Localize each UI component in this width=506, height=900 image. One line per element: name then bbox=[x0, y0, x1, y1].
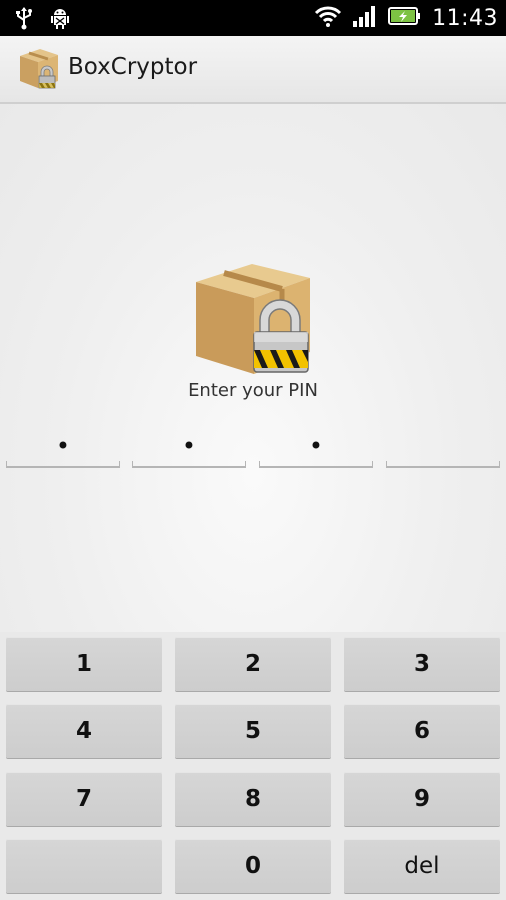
numeric-keypad: 1 2 3 4 5 6 7 8 9 0 del bbox=[0, 632, 506, 900]
pin-prompt: Enter your PIN bbox=[188, 380, 318, 401]
pin-digit-3[interactable]: • bbox=[259, 426, 373, 468]
key-0[interactable]: 0 bbox=[175, 839, 331, 893]
status-right-icons: 11:43 bbox=[314, 4, 498, 32]
pin-digit-2[interactable]: • bbox=[132, 426, 246, 468]
pin-digit-1[interactable]: • bbox=[6, 426, 120, 468]
key-1[interactable]: 1 bbox=[6, 637, 162, 691]
android-debug-icon bbox=[48, 6, 72, 34]
app-title: BoxCryptor bbox=[68, 54, 198, 80]
action-bar: BoxCryptor bbox=[0, 36, 506, 104]
usb-icon bbox=[14, 6, 34, 34]
key-2[interactable]: 2 bbox=[175, 637, 331, 691]
signal-icon bbox=[352, 5, 378, 31]
boxcryptor-logo-icon bbox=[16, 46, 62, 90]
key-4[interactable]: 4 bbox=[6, 704, 162, 758]
key-3[interactable]: 3 bbox=[344, 637, 500, 691]
key-blank[interactable] bbox=[6, 839, 162, 893]
key-8[interactable]: 8 bbox=[175, 772, 331, 826]
pin-digit-4[interactable] bbox=[386, 426, 500, 468]
key-7[interactable]: 7 bbox=[6, 772, 162, 826]
key-6[interactable]: 6 bbox=[344, 704, 500, 758]
clock: 11:43 bbox=[432, 5, 498, 31]
key-9[interactable]: 9 bbox=[344, 772, 500, 826]
delete-button[interactable]: del bbox=[344, 839, 500, 893]
pin-entry-area: Enter your PIN • • • bbox=[0, 104, 506, 632]
battery-charging-icon bbox=[388, 6, 422, 30]
wifi-icon bbox=[314, 5, 342, 31]
status-left-icons bbox=[14, 6, 72, 34]
pin-fields: • • • bbox=[0, 426, 506, 470]
key-5[interactable]: 5 bbox=[175, 704, 331, 758]
status-bar: 11:43 bbox=[0, 0, 506, 36]
boxcryptor-lock-logo-icon bbox=[190, 262, 316, 378]
